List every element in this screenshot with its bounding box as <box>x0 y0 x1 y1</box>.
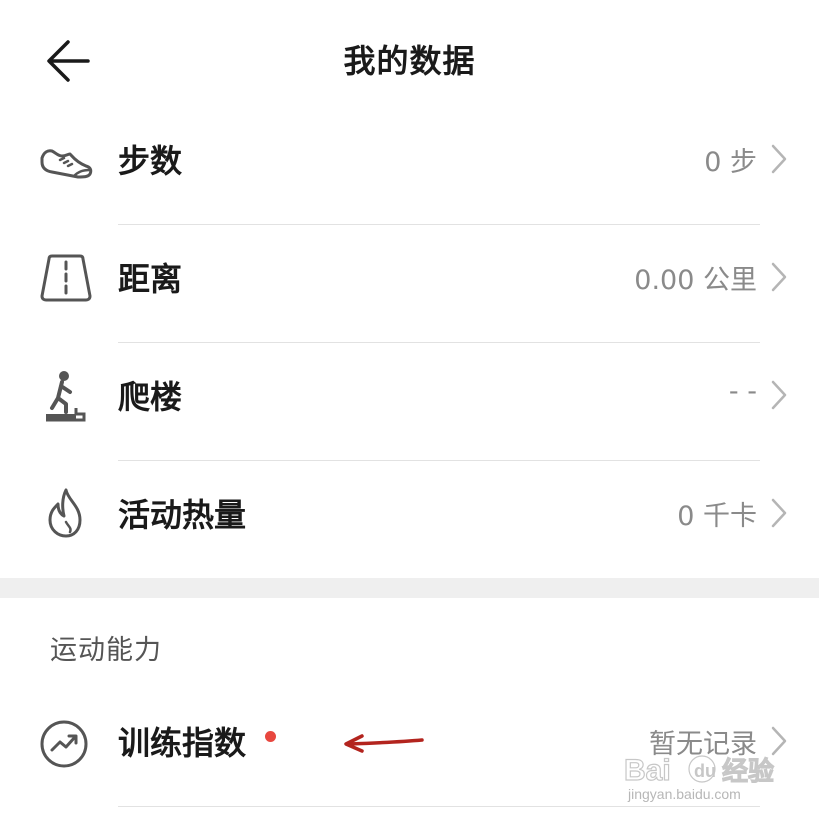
trend-circle-icon <box>40 720 88 768</box>
stair-climber-icon <box>46 371 86 422</box>
row-value: 0 千卡 <box>677 501 757 532</box>
divider <box>118 460 760 461</box>
row-calories[interactable]: 活动热量 0 千卡 <box>0 462 819 580</box>
page-title: 我的数据 <box>343 42 476 80</box>
svg-text:du: du <box>694 761 716 781</box>
svg-text:经验: 经验 <box>722 756 774 787</box>
divider <box>118 224 760 225</box>
chevron-right-icon <box>771 144 787 174</box>
top-bar: 我的数据 <box>0 0 819 120</box>
row-label: 爬楼 <box>118 378 183 416</box>
section-separator <box>0 578 819 598</box>
divider <box>118 342 760 343</box>
baidu-watermark-logo: Bai du 经验 <box>623 753 774 787</box>
row-value: - - <box>728 376 757 407</box>
row-label: 步数 <box>118 142 183 180</box>
row-distance[interactable]: 距离 0.00 公里 <box>0 226 819 344</box>
row-floors[interactable]: 爬楼 - - <box>0 344 819 462</box>
row-steps[interactable]: 步数 0 步 <box>0 108 819 226</box>
chevron-right-icon <box>771 262 787 292</box>
section-title: 运动能力 <box>50 635 162 666</box>
watermark-url: jingyan.baidu.com <box>628 786 741 802</box>
annotation-arrow-icon <box>344 734 424 753</box>
svg-text:Bai: Bai <box>624 754 671 787</box>
chevron-right-icon <box>771 380 787 410</box>
road-icon <box>40 254 92 302</box>
row-label: 训练指数 <box>118 724 247 762</box>
sneaker-icon <box>40 149 93 179</box>
flame-icon <box>48 488 82 538</box>
row-value: 0 步 <box>704 147 757 178</box>
notification-badge <box>265 731 276 742</box>
row-label: 距离 <box>118 260 183 298</box>
chevron-right-icon <box>771 498 787 528</box>
row-value: 0.00 公里 <box>634 265 757 296</box>
row-label: 活动热量 <box>118 496 247 534</box>
